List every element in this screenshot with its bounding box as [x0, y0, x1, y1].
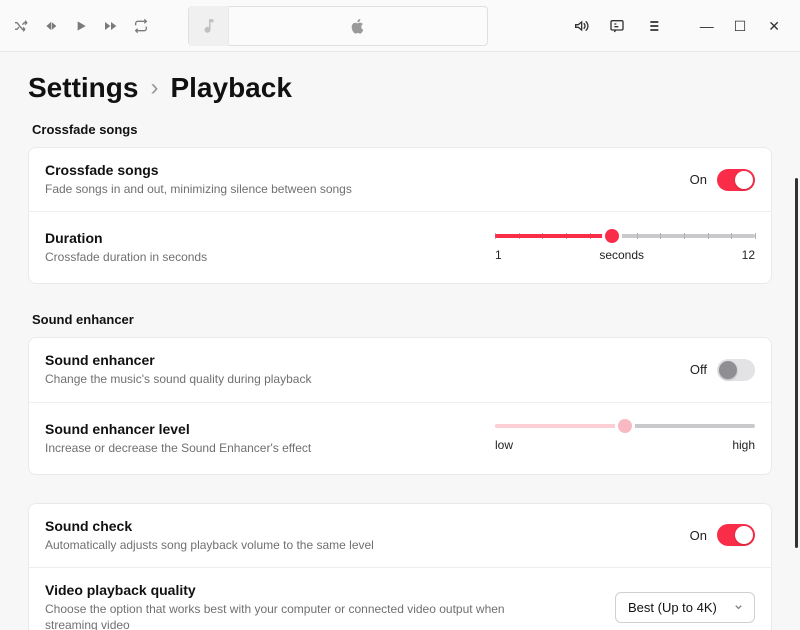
row-subtitle: Fade songs in and out, minimizing silenc…: [45, 181, 352, 197]
slider-low-label: low: [495, 438, 513, 452]
now-playing-bar: [188, 6, 488, 46]
sound-enhancer-level-row: Sound enhancer level Increase or decreas…: [29, 403, 771, 474]
toggle-state-label: Off: [690, 362, 707, 377]
sound-enhancer-level-slider[interactable]: [495, 424, 755, 428]
repeat-icon[interactable]: [130, 15, 152, 37]
breadcrumb-root[interactable]: Settings: [28, 72, 138, 104]
slider-unit-label: seconds: [599, 248, 644, 262]
apple-logo-icon: [229, 17, 487, 35]
toggle-state-label: On: [690, 172, 707, 187]
row-subtitle: Automatically adjusts song playback volu…: [45, 537, 374, 553]
maximize-window-icon[interactable]: ☐: [734, 19, 747, 33]
crossfade-duration-slider[interactable]: [495, 234, 755, 238]
previous-track-icon[interactable]: [40, 15, 62, 37]
row-title: Sound enhancer level: [45, 421, 311, 437]
chevron-down-icon: [733, 600, 744, 615]
scrollbar-thumb[interactable]: [795, 178, 798, 548]
crossfade-duration-row: Duration Crossfade duration in seconds 1…: [29, 212, 771, 283]
volume-icon[interactable]: [570, 15, 592, 37]
breadcrumb: Settings › Playback: [28, 72, 772, 104]
row-subtitle: Increase or decrease the Sound Enhancer'…: [45, 440, 311, 456]
sound-enhancer-toggle[interactable]: [717, 359, 755, 381]
next-track-icon[interactable]: [100, 15, 122, 37]
sound-check-row: Sound check Automatically adjusts song p…: [29, 504, 771, 568]
sound-enhancer-toggle-row: Sound enhancer Change the music's sound …: [29, 338, 771, 402]
play-icon[interactable]: [70, 15, 92, 37]
crossfade-toggle[interactable]: [717, 169, 755, 191]
breadcrumb-current: Playback: [170, 72, 291, 104]
queue-list-icon[interactable]: [642, 15, 664, 37]
crossfade-toggle-row: Crossfade songs Fade songs in and out, m…: [29, 148, 771, 212]
row-title: Duration: [45, 230, 207, 246]
right-toolbar: [570, 15, 664, 37]
sound-enhancer-group: Sound enhancer Change the music's sound …: [28, 337, 772, 474]
row-subtitle: Choose the option that works best with y…: [45, 601, 507, 630]
top-toolbar: — ☐ ✕: [0, 0, 800, 52]
row-title: Sound enhancer: [45, 352, 311, 368]
row-subtitle: Crossfade duration in seconds: [45, 249, 207, 265]
crossfade-group: Crossfade songs Fade songs in and out, m…: [28, 147, 772, 284]
slider-min-label: 1: [495, 248, 502, 262]
music-note-icon: [189, 6, 229, 46]
shuffle-icon[interactable]: [10, 15, 32, 37]
row-title: Video playback quality: [45, 582, 507, 598]
video-quality-select[interactable]: Best (Up to 4K): [615, 592, 755, 623]
select-value: Best (Up to 4K): [628, 600, 717, 615]
close-window-icon[interactable]: ✕: [768, 19, 780, 33]
row-title: Crossfade songs: [45, 162, 352, 178]
minimize-window-icon[interactable]: —: [700, 19, 712, 33]
sound-check-toggle[interactable]: [717, 524, 755, 546]
lyrics-icon[interactable]: [606, 15, 628, 37]
other-playback-group: Sound check Automatically adjusts song p…: [28, 503, 772, 630]
row-title: Sound check: [45, 518, 374, 534]
video-quality-row: Video playback quality Choose the option…: [29, 568, 771, 630]
window-controls: — ☐ ✕: [700, 19, 790, 33]
slider-max-label: 12: [742, 248, 755, 262]
section-label-enhancer: Sound enhancer: [32, 312, 768, 327]
slider-high-label: high: [732, 438, 755, 452]
toggle-state-label: On: [690, 528, 707, 543]
transport-controls: [10, 15, 152, 37]
chevron-right-icon: ›: [150, 74, 158, 102]
section-label-crossfade: Crossfade songs: [32, 122, 768, 137]
row-subtitle: Change the music's sound quality during …: [45, 371, 311, 387]
